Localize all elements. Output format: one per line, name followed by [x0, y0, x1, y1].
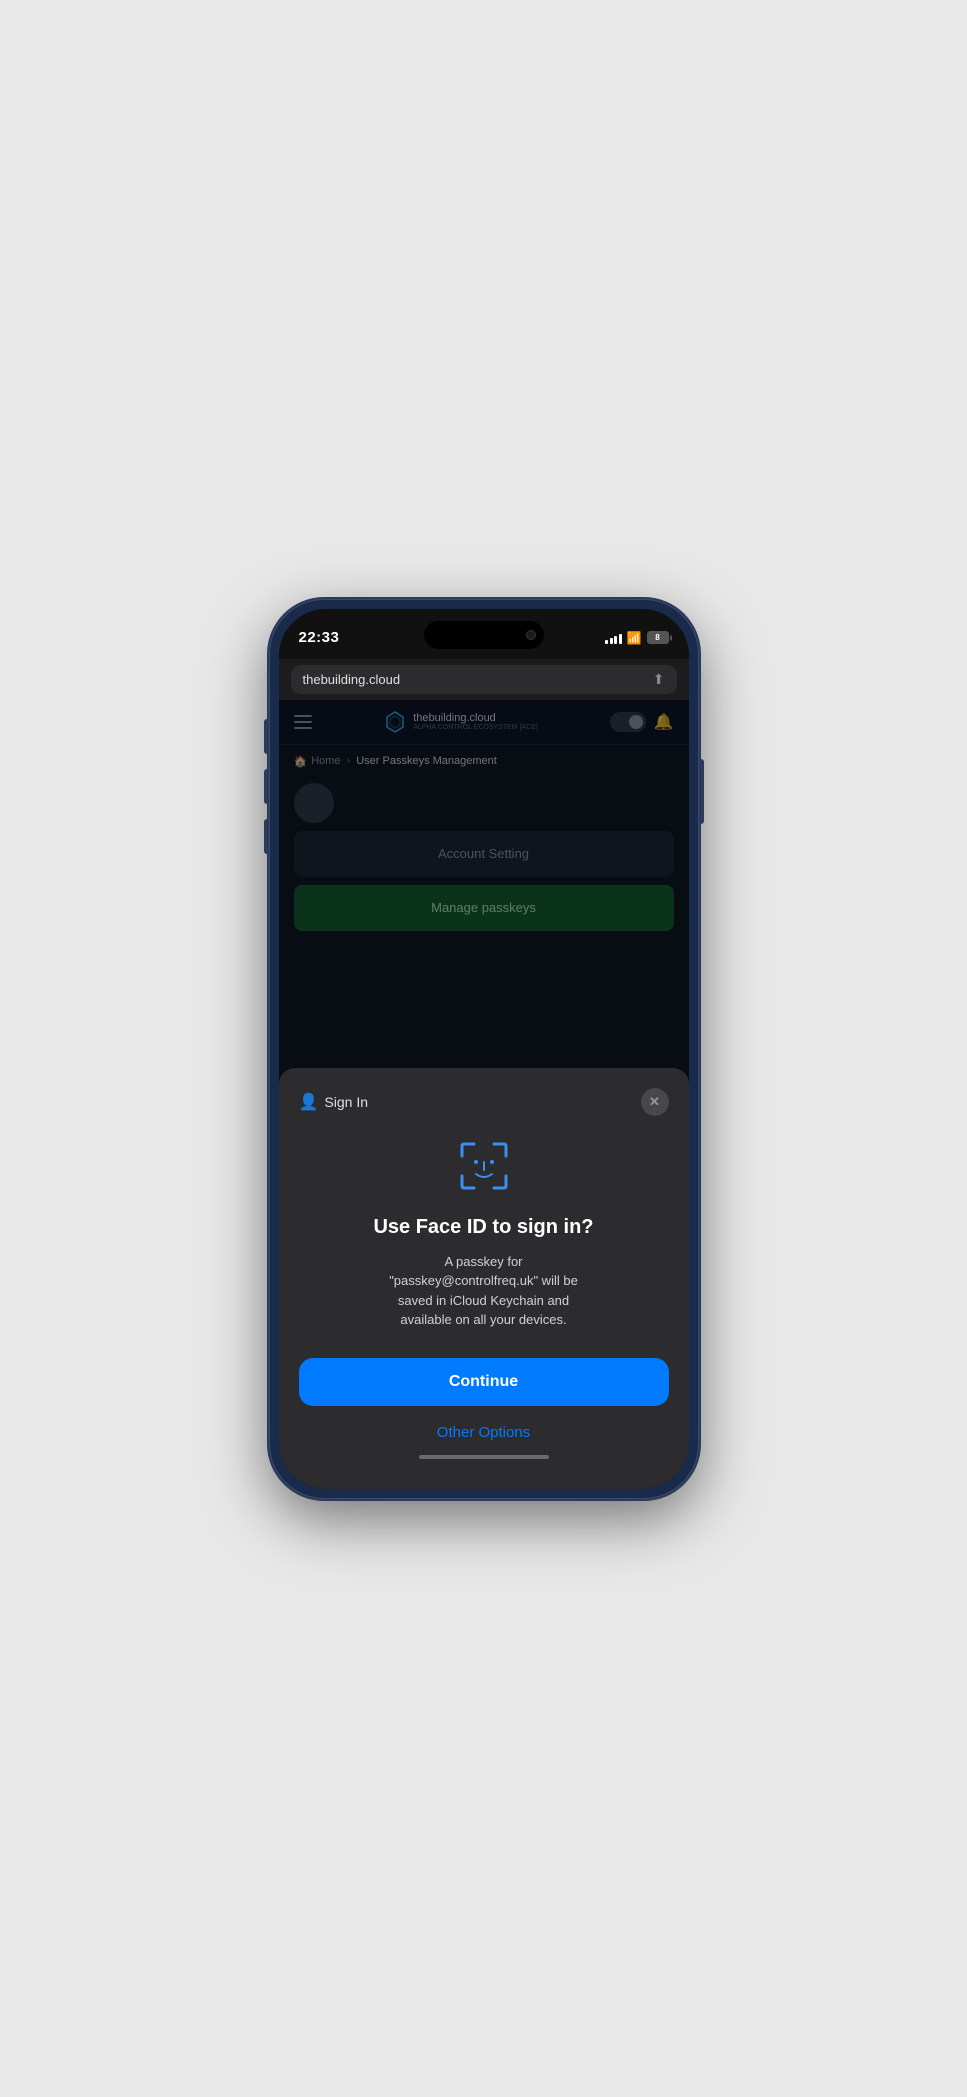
page-wrapper: 22:33 📶 8 — [0, 0, 967, 2097]
screen-inner: 22:33 📶 8 — [279, 609, 689, 1489]
web-content: thebuilding.cloud ALPHA CONTROL ECOSYSTE… — [279, 700, 689, 1489]
status-icons: 📶 8 — [605, 631, 668, 645]
signal-bar-1 — [605, 640, 608, 644]
url-text: thebuilding.cloud — [303, 672, 401, 687]
sheet-description: A passkey for "passkey@controlfreq.uk" w… — [299, 1252, 669, 1330]
face-id-icon-wrap — [299, 1136, 669, 1196]
sign-in-icon: 👤 — [299, 1092, 319, 1112]
sheet-header: 👤 Sign In ✕ — [299, 1088, 669, 1116]
camera-dot — [526, 630, 536, 640]
signal-bar-4 — [619, 634, 622, 644]
share-icon[interactable]: ⬆ — [653, 671, 665, 688]
phone-frame: 22:33 📶 8 — [269, 599, 699, 1499]
sheet-title: Use Face ID to sign in? — [299, 1214, 669, 1240]
phone-screen: 22:33 📶 8 — [279, 609, 689, 1489]
battery-icon: 8 — [647, 631, 669, 644]
status-time: 22:33 — [299, 629, 340, 646]
browser-bar: thebuilding.cloud ⬆ — [279, 659, 689, 700]
bottom-sheet: 👤 Sign In ✕ — [279, 1068, 689, 1489]
close-icon: ✕ — [649, 1094, 660, 1110]
url-bar[interactable]: thebuilding.cloud ⬆ — [291, 665, 677, 694]
signal-bar-3 — [614, 636, 617, 644]
passkey-email: "passkey@controlfreq.uk" will be — [389, 1273, 578, 1288]
close-button[interactable]: ✕ — [641, 1088, 669, 1116]
signal-bars-icon — [605, 632, 622, 644]
signal-bar-2 — [610, 638, 613, 644]
other-options-button[interactable]: Other Options — [299, 1418, 669, 1447]
wifi-icon: 📶 — [627, 631, 642, 645]
status-bar: 22:33 📶 8 — [279, 609, 689, 659]
sign-in-label: 👤 Sign In — [299, 1092, 369, 1112]
continue-button[interactable]: Continue — [299, 1358, 669, 1406]
home-indicator — [419, 1455, 549, 1459]
notch-pill — [424, 621, 544, 649]
face-id-icon — [454, 1136, 514, 1196]
